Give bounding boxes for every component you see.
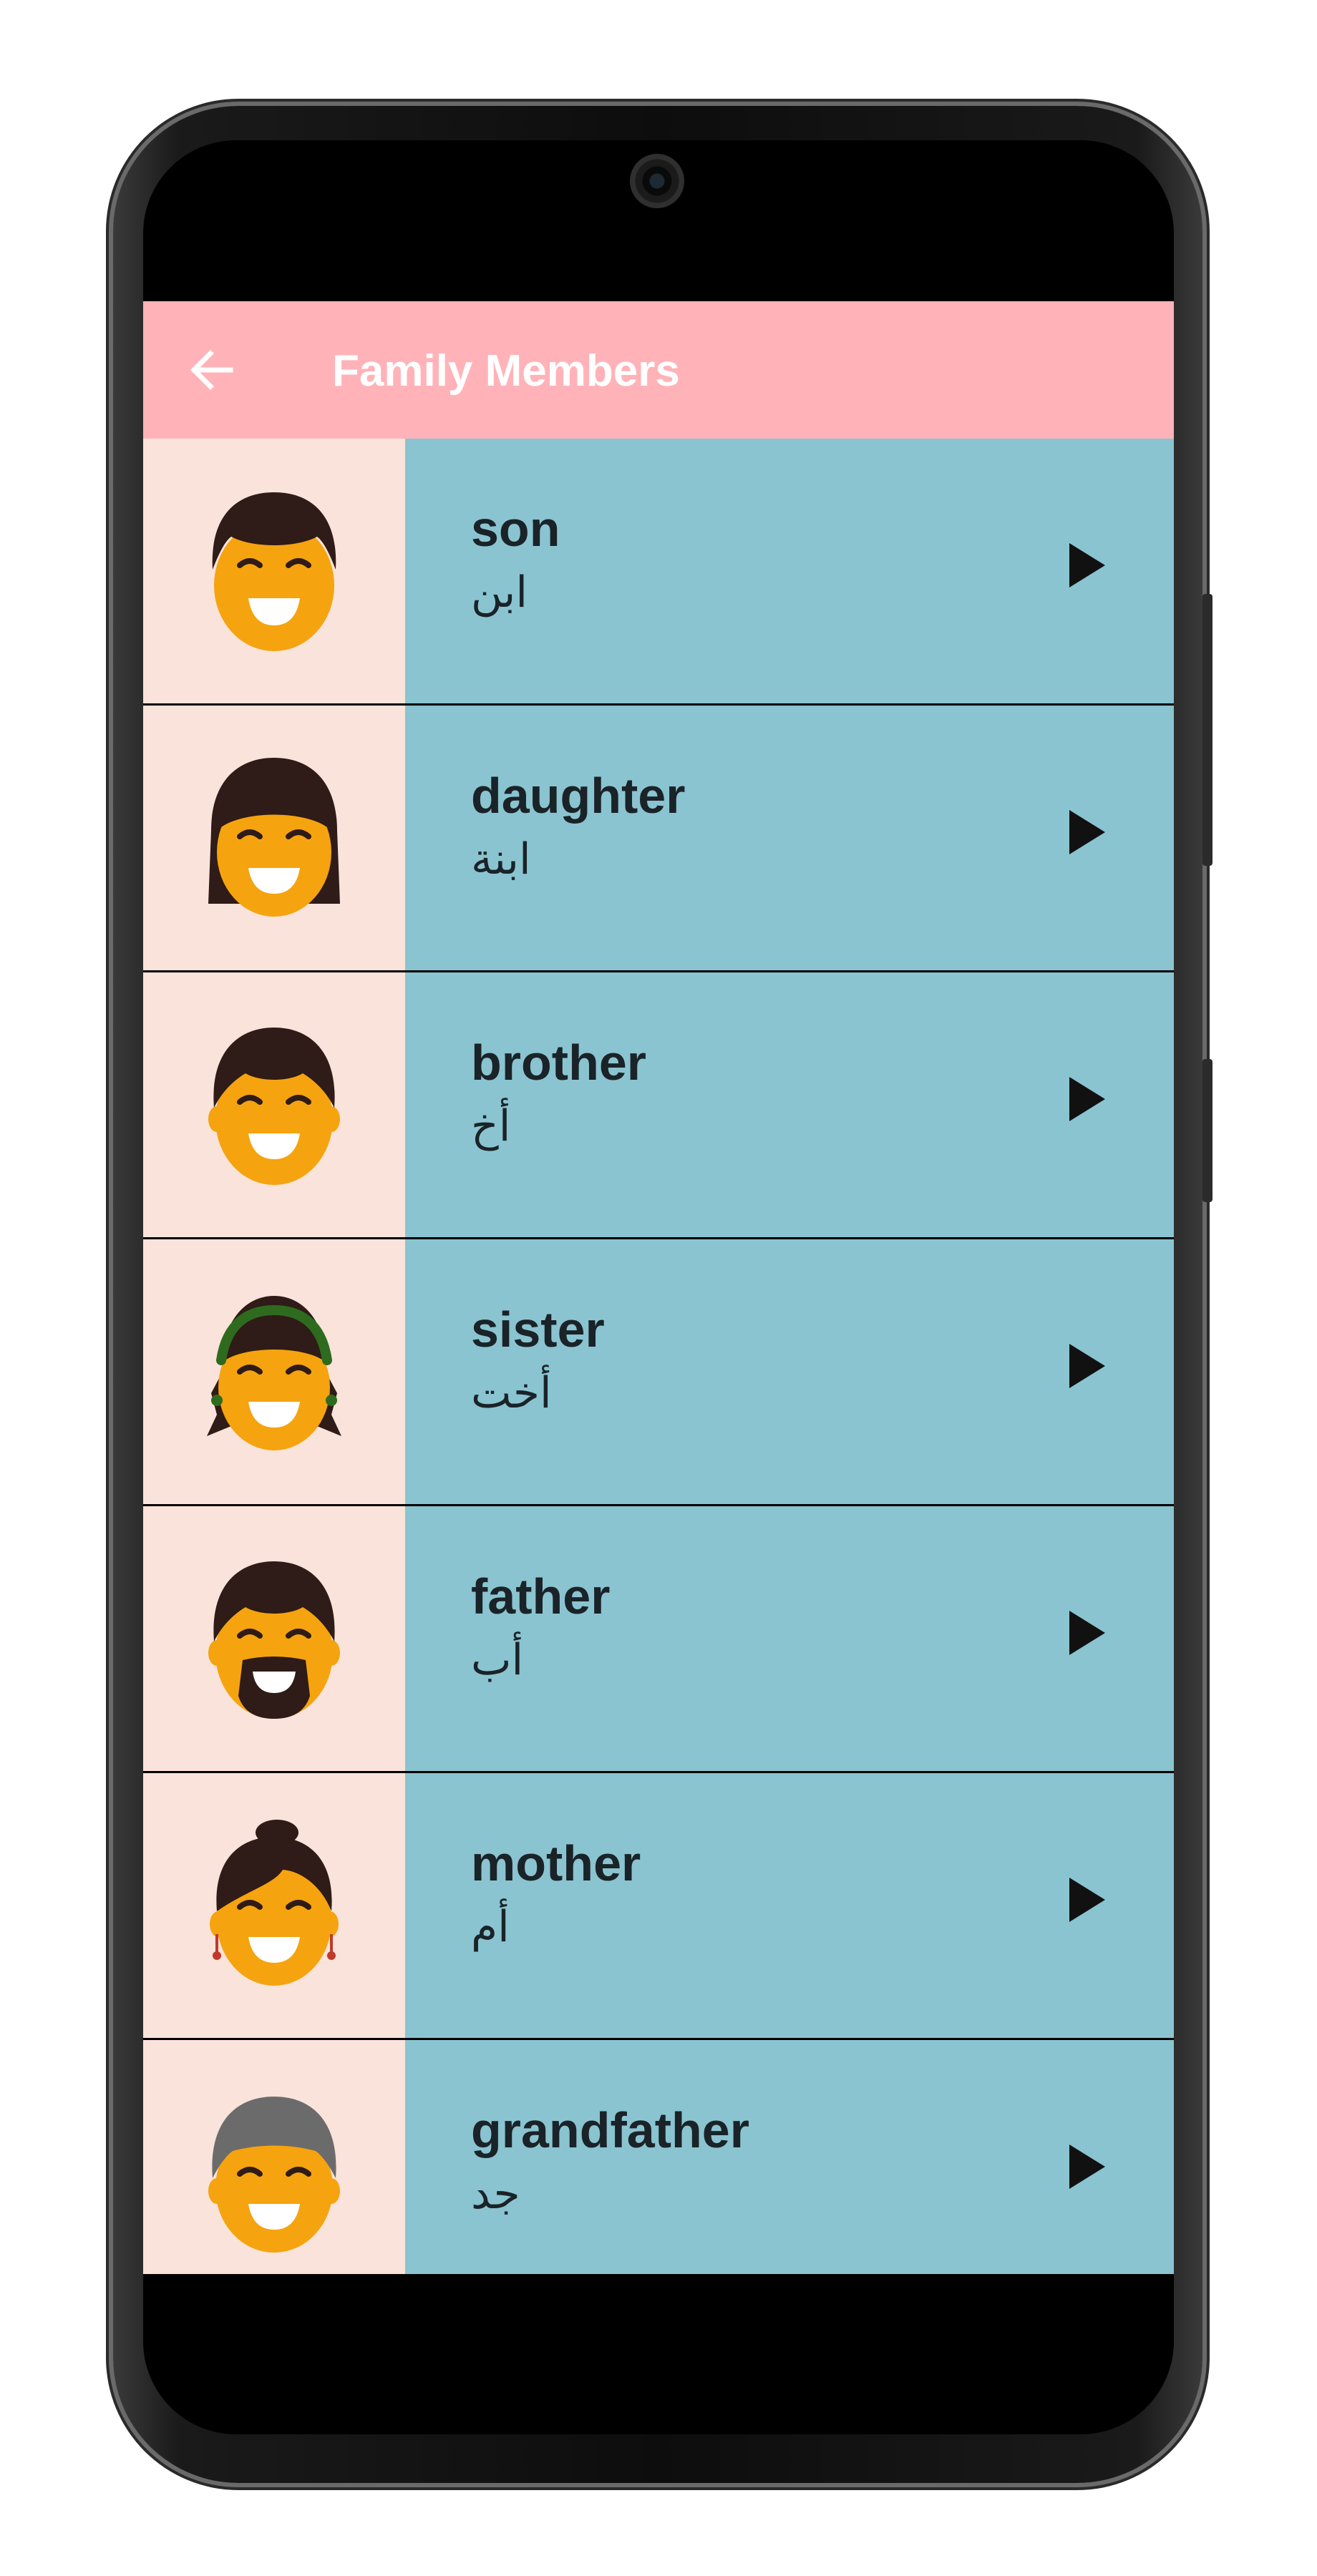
play-icon[interactable] — [1065, 1074, 1108, 1124]
father-face-icon — [208, 1561, 340, 1719]
english-word: son — [471, 501, 560, 557]
english-word: daughter — [471, 768, 686, 824]
volume-button — [1202, 1059, 1212, 1202]
arabic-word: جد — [471, 2169, 520, 2219]
arabic-word: أخت — [471, 1368, 552, 1418]
son-face-icon — [212, 492, 336, 651]
arabic-word: ابنة — [471, 834, 531, 884]
word-cell: father أب — [405, 1506, 1174, 1771]
english-word: brother — [471, 1035, 646, 1091]
word-cell: brother أخ — [405, 972, 1174, 1237]
avatar-cell — [143, 1239, 405, 1504]
arabic-word: ابن — [471, 567, 528, 618]
page-title: Family Members — [332, 346, 680, 396]
word-cell: sister أخت — [405, 1239, 1174, 1504]
word-cell: son ابن — [405, 439, 1174, 703]
app-screen: Family Members son ابن daughter ابنة bro… — [143, 301, 1174, 2274]
family-list: son ابن daughter ابنة brother أخ sister … — [143, 439, 1174, 2274]
list-item[interactable]: son ابن — [143, 439, 1174, 706]
arabic-word: أم — [471, 1902, 510, 1952]
grandfather-face-icon — [208, 2097, 340, 2253]
play-icon[interactable] — [1065, 1341, 1108, 1391]
brother-face-icon — [208, 1028, 340, 1185]
front-camera — [630, 154, 684, 208]
list-item[interactable]: mother أم — [143, 1773, 1174, 2040]
daughter-face-icon — [208, 758, 340, 917]
play-icon[interactable] — [1065, 540, 1108, 590]
avatar-cell — [143, 439, 405, 703]
play-icon[interactable] — [1065, 2142, 1108, 2192]
word-cell: mother أم — [405, 1773, 1174, 2038]
word-cell: grandfather جد — [405, 2040, 1174, 2274]
play-icon[interactable] — [1065, 807, 1108, 857]
english-word: sister — [471, 1302, 605, 1357]
play-icon[interactable] — [1065, 1875, 1108, 1925]
play-icon[interactable] — [1065, 1608, 1108, 1658]
arabic-word: أب — [471, 1635, 524, 1685]
word-cell: daughter ابنة — [405, 706, 1174, 970]
avatar-cell — [143, 706, 405, 970]
power-button — [1202, 594, 1212, 866]
arrow-left-icon[interactable] — [186, 344, 238, 396]
avatar-cell — [143, 1506, 405, 1771]
list-item[interactable]: daughter ابنة — [143, 706, 1174, 972]
avatar-cell — [143, 972, 405, 1237]
list-item[interactable]: father أب — [143, 1506, 1174, 1773]
arabic-word: أخ — [471, 1101, 511, 1151]
list-item[interactable]: grandfather جد — [143, 2040, 1174, 2274]
list-item[interactable]: sister أخت — [143, 1239, 1174, 1506]
english-word: grandfather — [471, 2102, 749, 2158]
sister-face-icon — [207, 1296, 341, 1450]
avatar-cell — [143, 1773, 405, 2038]
english-word: father — [471, 1568, 611, 1624]
list-item[interactable]: brother أخ — [143, 972, 1174, 1239]
mother-face-icon — [210, 1820, 339, 1986]
avatar-cell — [143, 2040, 405, 2274]
app-bar: Family Members — [143, 301, 1174, 439]
english-word: mother — [471, 1835, 641, 1891]
